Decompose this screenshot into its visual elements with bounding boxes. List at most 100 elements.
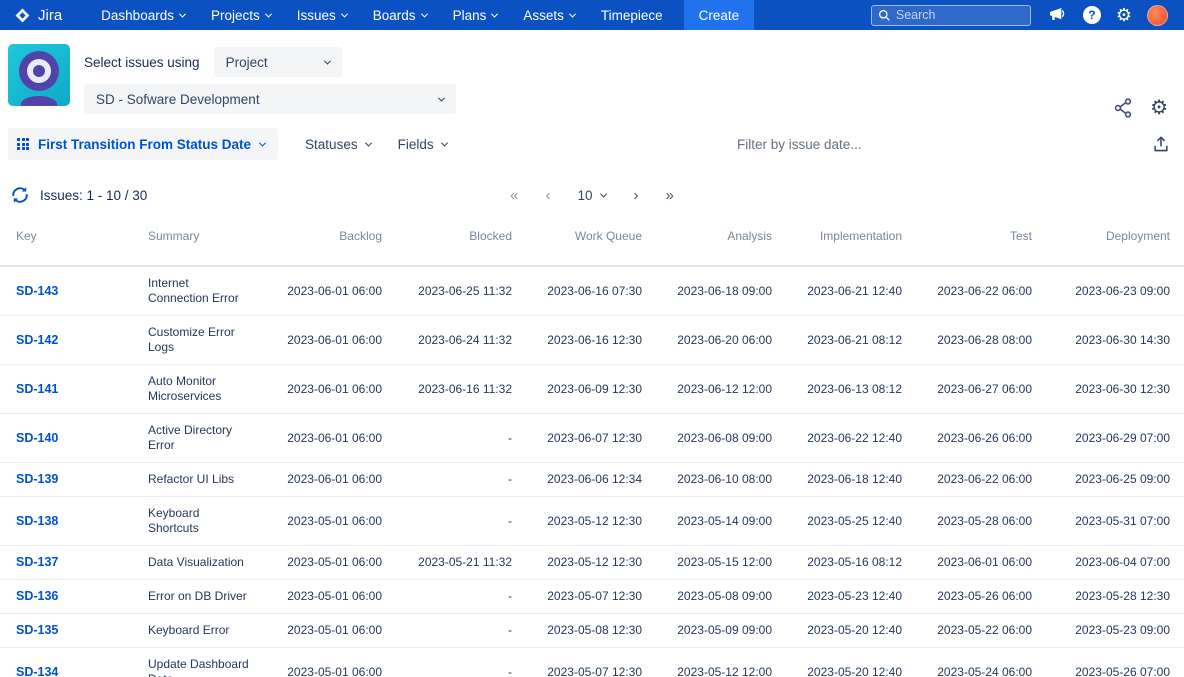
issue-source-value: Project <box>225 54 268 70</box>
issues-table: Key Summary Backlog Blocked Work Queue Analys… <box>0 223 1184 677</box>
date-filter-input[interactable] <box>466 136 1132 152</box>
date-cell: 2023-05-01 06:00 <box>260 545 390 580</box>
issue-key-link[interactable]: SD-135 <box>16 623 58 637</box>
issue-summary: Update Dashboard Data <box>140 647 260 677</box>
date-cell: 2023-05-12 12:30 <box>520 545 650 580</box>
metric-label: First Transition From Status Date <box>38 136 252 152</box>
issue-key-link[interactable]: SD-137 <box>16 555 58 569</box>
share-icon[interactable] <box>1114 98 1132 118</box>
table-row: SD-139 Refactor UI Libs 2023-06-01 06:00-2… <box>0 462 1184 497</box>
issues-count-label: Issues: 1 - 10 / 30 <box>40 187 148 203</box>
issue-source-dropdown[interactable]: Project <box>213 47 342 77</box>
column-header-test: Test <box>910 223 1040 267</box>
issue-key-link[interactable]: SD-141 <box>16 382 58 396</box>
settings-gear-icon[interactable]: ⚙ <box>1116 6 1132 24</box>
nav-item-assets[interactable]: Assets <box>510 0 588 30</box>
date-cell: 2023-06-16 07:30 <box>520 266 650 316</box>
announcements-icon[interactable] <box>1049 7 1068 24</box>
nav-item-timepiece[interactable]: Timepiece <box>588 0 676 30</box>
date-cell: 2023-05-22 06:00 <box>910 613 1040 648</box>
date-cell: 2023-05-25 12:40 <box>780 496 910 546</box>
statuses-label: Statuses <box>305 136 358 152</box>
date-cell: - <box>390 647 520 677</box>
chevron-down-icon <box>600 190 608 198</box>
date-cell: - <box>390 413 520 463</box>
chevron-down-icon <box>420 10 428 18</box>
gadget-settings-gear-icon[interactable]: ⚙ <box>1150 98 1168 118</box>
project-value: SD - Sofware Development <box>96 91 260 107</box>
chevron-down-icon <box>568 10 576 18</box>
date-cell: 2023-06-07 12:30 <box>520 413 650 463</box>
chevron-down-icon <box>364 139 372 147</box>
page-size-value: 10 <box>577 187 593 203</box>
metric-dropdown[interactable]: First Transition From Status Date <box>8 128 279 160</box>
date-cell: 2023-06-01 06:00 <box>260 364 390 414</box>
project-dropdown[interactable]: SD - Sofware Development <box>84 84 456 114</box>
navbar-search[interactable] <box>870 4 1031 26</box>
date-cell: 2023-06-01 06:00 <box>260 413 390 463</box>
jira-logo[interactable]: Jira <box>14 7 62 24</box>
date-cell: 2023-05-12 12:30 <box>520 496 650 546</box>
first-page-button[interactable]: « <box>510 188 518 203</box>
nav-item-plans[interactable]: Plans <box>440 0 511 30</box>
date-cell: 2023-05-16 08:12 <box>780 545 910 580</box>
page-size-select[interactable]: 10 <box>577 187 608 203</box>
issue-key-link[interactable]: SD-142 <box>16 333 58 347</box>
date-cell: 2023-06-01 06:00 <box>260 462 390 497</box>
date-cell: 2023-05-01 06:00 <box>260 647 390 677</box>
date-cell: 2023-05-08 09:00 <box>650 579 780 614</box>
prev-page-button[interactable]: ‹ <box>545 188 550 203</box>
issue-key-link[interactable]: SD-139 <box>16 472 58 486</box>
table-row: SD-137 Data Visualization 2023-05-01 06:00… <box>0 545 1184 580</box>
nav-item-label: Boards <box>372 7 416 23</box>
date-cell: - <box>390 496 520 546</box>
create-button[interactable]: Create <box>683 0 755 30</box>
nav-item-projects[interactable]: Projects <box>198 0 284 30</box>
date-cell: 2023-06-18 12:40 <box>780 462 910 497</box>
export-icon[interactable] <box>1152 134 1170 154</box>
grid-icon <box>17 138 29 150</box>
table-row: SD-138 Keyboard Shortcuts 2023-05-01 06:00… <box>0 496 1184 546</box>
next-page-button[interactable]: › <box>634 188 639 203</box>
date-cell: 2023-05-01 06:00 <box>260 579 390 614</box>
date-cell: 2023-06-28 08:00 <box>910 315 1040 365</box>
top-navbar: Jira Dashboards Projects Issues Boards Plans… <box>0 0 1184 30</box>
fields-dropdown[interactable]: Fields <box>398 137 448 152</box>
issue-key-link[interactable]: SD-138 <box>16 514 58 528</box>
nav-item-dashboards[interactable]: Dashboards <box>88 0 198 30</box>
nav-item-boards[interactable]: Boards <box>360 0 440 30</box>
date-cell: 2023-05-21 11:32 <box>390 545 520 580</box>
date-cell: 2023-06-25 09:00 <box>1040 462 1184 497</box>
navbar-icon-group: ? ⚙ <box>1031 4 1184 26</box>
date-cell: 2023-06-29 07:00 <box>1040 413 1184 463</box>
statuses-dropdown[interactable]: Statuses <box>305 136 372 152</box>
date-cell: 2023-06-08 09:00 <box>650 413 780 463</box>
nav-item-label: Projects <box>210 7 260 23</box>
date-cell: 2023-06-16 11:32 <box>390 364 520 414</box>
issue-key-link[interactable]: SD-134 <box>16 665 58 677</box>
date-cell: 2023-06-25 11:32 <box>390 266 520 316</box>
date-cell: 2023-05-07 12:30 <box>520 579 650 614</box>
help-icon[interactable]: ? <box>1082 6 1101 24</box>
issue-summary: Keyboard Error <box>140 613 260 648</box>
user-avatar[interactable] <box>1147 4 1168 26</box>
issue-summary: Keyboard Shortcuts <box>140 496 260 546</box>
date-cell: 2023-05-12 12:00 <box>650 647 780 677</box>
refresh-icon[interactable] <box>10 185 30 205</box>
last-page-button[interactable]: » <box>666 188 674 203</box>
chevron-down-icon <box>259 139 267 147</box>
nav-item-issues[interactable]: Issues <box>284 0 360 30</box>
date-cell: 2023-06-01 06:00 <box>260 266 390 316</box>
date-cell: 2023-06-20 06:00 <box>650 315 780 365</box>
chevron-down-icon <box>440 139 448 147</box>
date-cell: 2023-05-01 06:00 <box>260 496 390 546</box>
gadget-header-icons: ⚙ <box>1114 98 1168 118</box>
date-cell: 2023-06-01 06:00 <box>260 315 390 365</box>
table-row: SD-143 Internet Connection Error 2023-06-0… <box>0 266 1184 316</box>
issue-key-link[interactable]: SD-140 <box>16 431 58 445</box>
date-cell: 2023-06-27 06:00 <box>910 364 1040 414</box>
issue-key-link[interactable]: SD-143 <box>16 284 58 298</box>
search-input[interactable] <box>895 8 1024 22</box>
date-cell: 2023-05-23 12:40 <box>780 579 910 614</box>
issue-key-link[interactable]: SD-136 <box>16 589 58 603</box>
